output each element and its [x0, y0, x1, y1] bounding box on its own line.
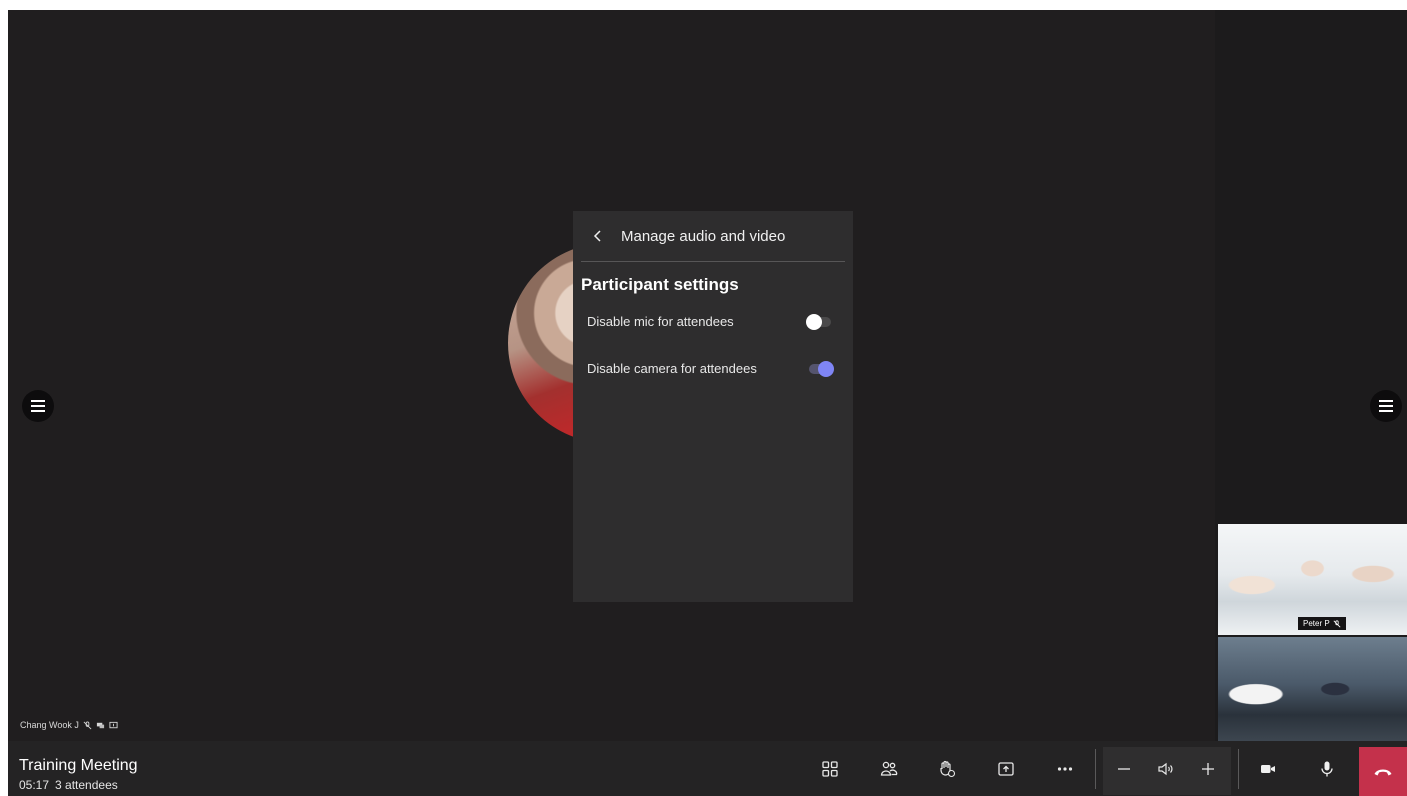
share-screen-icon [109, 721, 118, 728]
volume-up-button[interactable] [1194, 755, 1222, 783]
attendee-count: 3 attendees [55, 778, 118, 792]
toolbar-separator [1095, 749, 1096, 789]
layout-grid-icon [822, 761, 838, 777]
participant-name-tag: Chang Wook J [20, 720, 118, 730]
panel-title: Manage audio and video [621, 227, 786, 245]
tile-name: Peter P [1303, 619, 1330, 628]
chevron-left-icon [593, 230, 601, 242]
more-options-button[interactable] [1051, 755, 1079, 783]
camera-button[interactable] [1254, 755, 1282, 783]
plus-icon [1202, 763, 1214, 775]
hang-up-icon [1374, 769, 1392, 775]
raise-hand-button[interactable] [933, 755, 961, 783]
section-title: Participant settings [581, 275, 739, 294]
layout-button[interactable] [816, 755, 844, 783]
video-tile-room[interactable] [1218, 637, 1407, 741]
camera-icon [1261, 765, 1275, 773]
hamburger-icon [31, 400, 45, 412]
panel-header: Manage audio and video [573, 211, 853, 261]
tile-name-tag: Peter P [1298, 617, 1346, 630]
left-menu-button[interactable] [22, 390, 54, 422]
panel-divider [581, 261, 845, 262]
mic-icon [1321, 761, 1333, 777]
speaker-button[interactable] [1152, 755, 1180, 783]
speaker-icon [1158, 762, 1173, 776]
people-icon [880, 761, 898, 776]
meeting-meta: 05:17 3 attendees [19, 778, 124, 792]
setting-row-disable-camera: Disable camera for attendees [573, 345, 853, 392]
microphone-button[interactable] [1313, 755, 1341, 783]
setting-row-disable-mic: Disable mic for attendees [573, 298, 853, 345]
right-menu-button[interactable] [1370, 390, 1402, 422]
share-icon [998, 762, 1014, 776]
minus-icon [1118, 768, 1130, 770]
more-icon [1057, 767, 1073, 771]
chat-icon [96, 722, 104, 728]
disable-camera-toggle[interactable] [809, 360, 834, 377]
hamburger-icon [1379, 400, 1393, 412]
toggle-knob [806, 313, 822, 330]
mic-off-icon [83, 720, 92, 729]
mic-off-icon [1333, 619, 1341, 627]
setting-label: Disable mic for attendees [587, 314, 734, 329]
participants-button[interactable] [875, 755, 903, 783]
manage-audio-video-panel: Manage audio and video Participant setti… [573, 211, 853, 602]
meeting-control-bar: Training Meeting 05:17 3 attendees [8, 741, 1407, 796]
disable-mic-toggle[interactable] [806, 313, 831, 330]
participant-name: Chang Wook J [20, 720, 79, 730]
toolbar-separator [1238, 749, 1239, 789]
back-button[interactable] [591, 229, 605, 243]
raise-hand-icon [940, 760, 956, 778]
volume-down-button[interactable] [1110, 755, 1138, 783]
meeting-title: Training Meeting [19, 757, 138, 774]
video-tile-peter[interactable]: Peter P [1218, 524, 1407, 635]
hang-up-button[interactable] [1359, 747, 1407, 796]
setting-label: Disable camera for attendees [587, 361, 757, 376]
share-button[interactable] [992, 755, 1020, 783]
toggle-knob [818, 360, 834, 377]
meeting-elapsed-time: 05:17 [19, 778, 50, 792]
